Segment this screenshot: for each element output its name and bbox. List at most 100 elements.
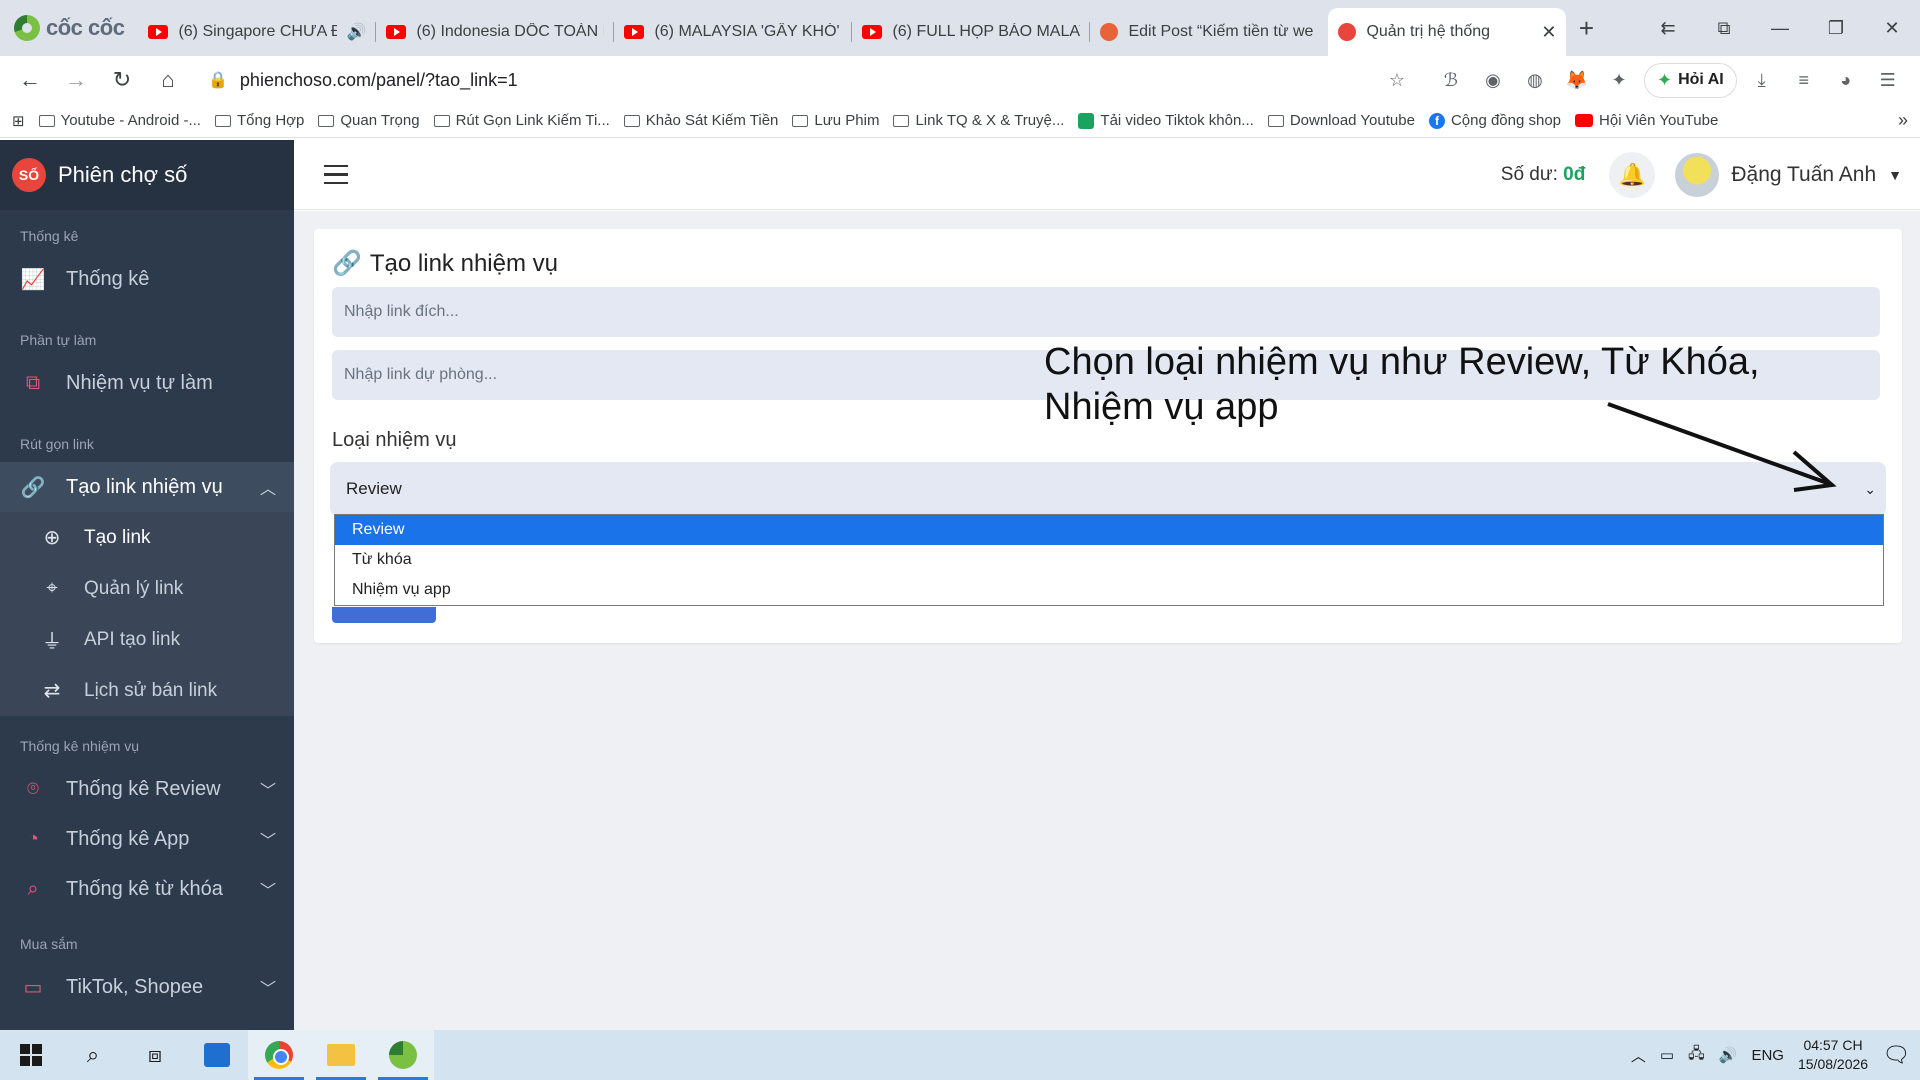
sidebar-subitem-quan-ly-link[interactable]: ⌖ Quản lý link [0,563,294,614]
download-icon[interactable]: ⤓ [1745,63,1779,97]
reload-button[interactable]: ↻ [102,60,142,100]
coccoc-app[interactable] [372,1030,434,1080]
screenshot-icon[interactable]: ⧉ [1696,18,1752,39]
bookmark-item[interactable]: Tải video Tiktok khôn... [1078,112,1254,129]
submit-button[interactable] [332,607,436,623]
notification-bell-icon[interactable]: 🔔 [1609,151,1656,198]
puzzle-icon[interactable]: ✦ [1602,63,1636,97]
chevron-up-icon: ︿ [259,481,276,498]
bookmark-item[interactable]: Youtube - Android -... [38,112,201,129]
sidebar-subitem-api-tao-link[interactable]: ⏚ API tạo link [0,614,294,665]
bookmark-label: Cộng đồng shop [1450,112,1562,129]
option-nhiem-vu-app[interactable]: Nhiệm vụ app [335,575,1883,605]
bookmark-item[interactable]: Quan Trọng [318,112,420,129]
back-button[interactable]: ← [10,60,50,100]
bookmark-item[interactable]: Lưu Phim [792,112,879,129]
new-tab-button[interactable]: + [1566,13,1606,44]
section-label: Thống kê [20,228,79,244]
sidebar-subitem-tao-link[interactable]: ⊕ Tạo link [0,512,294,563]
tab-3[interactable]: (6) MALAYSIA 'GÂY KHÓ' Đ [614,12,853,52]
option-review[interactable]: Review [335,515,1883,545]
network-icon[interactable]: 🖧 [1688,1043,1705,1068]
lens-icon[interactable]: ◉ [1476,63,1510,97]
playlist-icon[interactable]: ≡ [1787,63,1821,97]
extension-icon[interactable]: ℬ [1434,63,1468,97]
bookmark-label: Link TQ & X & Truyệ... [915,112,1065,129]
globe-extension-icon[interactable]: ◍ [1518,63,1552,97]
home-button[interactable]: ⌂ [148,60,188,100]
caret-down-icon[interactable]: ▼ [1888,167,1902,183]
chevron-down-icon: ﹀ [259,883,276,900]
folder-icon [623,114,640,127]
volume-icon[interactable]: 🔊 [1719,1046,1738,1064]
chevron-down-icon: ﹀ [259,981,276,998]
phienchoso-icon [1338,23,1357,41]
user-name[interactable]: Đặng Tuấn Anh [1731,163,1876,187]
bookmark-item[interactable]: Hội Viên YouTube [1575,112,1718,129]
store-app[interactable] [186,1030,248,1080]
hoi-ai-button[interactable]: ✦ Hỏi AI [1644,62,1737,98]
tab-close-icon[interactable]: ✕ [1541,22,1556,43]
sidebar-item-thong-ke-app[interactable]: ◔ Thống kê App ﹀ [0,814,294,864]
tab-4[interactable]: (6) FULL HỌP BÁO MALAY [852,12,1091,52]
sidebar-item-label: Quản lý link [84,577,184,599]
sidebar-item-thong-ke[interactable]: 📈 Thống kê [0,254,294,304]
tasks-icon: ⧉ [25,371,41,394]
tab-search-icon[interactable]: ⇇ [1640,18,1696,39]
menu-icon[interactable]: ☰ [1871,63,1905,97]
bookmark-star-icon[interactable]: ☆ [1380,63,1414,97]
sidebar-item-tiktok-shopee[interactable]: ▭ TikTok, Shopee ﹀ [0,962,294,1012]
bookmark-item[interactable]: Khảo Sát Kiếm Tiền [623,112,778,129]
browser-tab-bar: cốc cốc (6) Singapore CHƯA ĐỦ 🔊 (6) Indo… [0,0,1920,56]
notification-center-icon[interactable]: 🗨 [1882,1042,1910,1068]
avatar[interactable] [1675,152,1720,197]
battery-icon[interactable]: ▭ [1660,1046,1674,1064]
tab-2[interactable]: (6) Indonesia DỐC TOÀN L [376,12,615,52]
speaker-icon[interactable]: 🔊 [347,22,367,42]
start-button[interactable] [0,1030,62,1080]
apps-grid-icon[interactable]: ⊞ [12,112,25,130]
sidebar-item-thong-ke-tu-khoa[interactable]: ⌕ Thống kê từ khóa ﹀ [0,864,294,914]
more-bookmarks-icon[interactable]: » [1898,110,1908,131]
option-tu-khoa[interactable]: Từ khóa [335,545,1883,575]
sidebar-brand[interactable]: SỐ Phiên chợ số [0,140,294,210]
search-icon[interactable]: ⌕ [62,1030,124,1080]
dest-link-input[interactable] [332,287,1880,337]
sidebar-title: Phiên chợ số [58,162,188,187]
tab-title: Edit Post “Kiếm tiền từ we [1128,23,1314,40]
lock-icon[interactable]: 🔒 [208,70,228,90]
folder-icon [318,114,335,127]
bookmark-item[interactable]: Download Youtube [1267,112,1415,129]
bookmark-item[interactable]: Rút Gọn Link Kiếm Ti... [433,112,610,129]
tab-1[interactable]: (6) Singapore CHƯA ĐỦ 🔊 [138,12,377,52]
bookmark-item[interactable]: Tổng Hợp [214,112,304,129]
bookmark-item[interactable]: f Cộng đồng shop [1428,112,1562,129]
task-view-icon[interactable]: ⧈ [124,1030,186,1080]
hamburger-menu-icon[interactable] [324,164,348,185]
metamask-icon[interactable]: 🦊 [1560,63,1594,97]
chrome-app[interactable] [248,1030,310,1080]
forward-button[interactable]: → [56,60,96,100]
profile-avatar-icon[interactable]: ◕ [1829,63,1863,97]
maximize-button[interactable]: ❐ [1808,18,1864,39]
bookmark-item[interactable]: Link TQ & X & Truyệ... [893,112,1064,129]
sidebar-item-nhiem-vu-tu-lam[interactable]: ⧉ Nhiệm vụ tự làm [0,358,294,408]
map-pin-icon: ⌾ [27,777,39,800]
tab-5[interactable]: Edit Post “Kiếm tiền từ we [1090,12,1328,52]
browser-brand[interactable]: cốc cốc [0,0,138,56]
tab-active[interactable]: Quản trị hệ thống ✕ [1328,8,1567,56]
url-text[interactable]: phienchoso.com/panel/?tao_link=1 [240,70,518,91]
clock[interactable]: 04:57 CH 15/08/2026 [1798,1036,1868,1074]
url-bar[interactable]: 🔒 phienchoso.com/panel/?tao_link=1 [194,61,1374,99]
language-indicator[interactable]: ENG [1751,1047,1784,1064]
sidebar-item-thong-ke-review[interactable]: ⌾ Thống kê Review ﹀ [0,764,294,814]
wordpress-icon [1100,23,1119,41]
file-explorer-app[interactable] [310,1030,372,1080]
chevron-up-icon[interactable]: ︿ [1631,1045,1646,1066]
close-window-button[interactable]: ✕ [1864,18,1920,39]
minimize-button[interactable]: — [1752,18,1808,39]
bookmark-label: Download Youtube [1289,112,1415,129]
folder-icon [1267,114,1284,127]
sidebar-subitem-lich-su-ban-link[interactable]: ⇄ Lịch sử bán link [0,665,294,716]
sidebar-item-tao-link-nhiem-vu[interactable]: 🔗 Tạo link nhiệm vụ ︿ [0,462,294,512]
